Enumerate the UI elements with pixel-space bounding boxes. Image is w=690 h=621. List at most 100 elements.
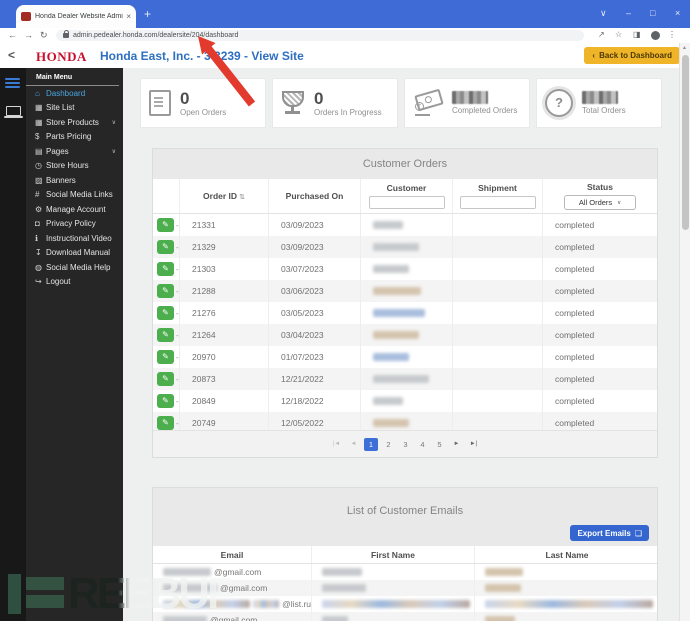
sidebar-item-manage-account[interactable]: ⚙ Manage Account [26,202,123,217]
sidebar-item-store-hours[interactable]: ◷ Store Hours [26,159,123,174]
clock-icon: ◷ [35,161,42,171]
table-row: ✎ -21303 03/07/2023 completed [153,258,657,280]
redacted-last-name [485,568,523,576]
page-last-button[interactable]: ►| [467,438,480,451]
browser-window: Honda Dealer Website Admin × + ∨ – □ × ←… [0,0,690,621]
shipment-cell [452,302,542,324]
table-row: ✎ -20849 12/18/2022 completed [153,390,657,412]
shipment-column-header: Shipment [452,179,542,213]
maximize-button[interactable]: □ [650,8,655,18]
home-icon: ⌂ [35,88,40,98]
edit-order-button[interactable]: ✎ [157,372,174,386]
edit-order-button[interactable]: ✎ [157,394,174,408]
email-domain: @list.ru [282,599,311,609]
sidebar-collapse-chevron[interactable]: < [8,48,15,62]
browser-tab[interactable]: Honda Dealer Website Admin × [16,5,136,28]
emails-table-body: @gmail.com @gmail.com @list.ru @gmail.com [153,564,657,621]
sidebar-item-privacy-policy[interactable]: ◘ Privacy Policy [26,217,123,232]
sidebar-strip [0,68,26,621]
export-emails-button[interactable]: Export Emails ❏ [570,525,649,541]
minimize-button[interactable]: – [626,8,631,18]
sidebar-item-instructional-video[interactable]: ℹ Instructional Video [26,231,123,246]
scrollbar[interactable]: ▲ [679,43,690,621]
edit-order-button[interactable]: ✎ [157,284,174,298]
hamburger-icon[interactable] [5,78,20,90]
redacted-customer-name [373,419,409,427]
sidebar-item-banners[interactable]: ▨ Banners [26,173,123,188]
customer-filter-input[interactable] [368,196,445,209]
pencil-icon: ✎ [162,330,169,339]
money-icon [413,88,444,116]
back-icon[interactable]: ← [8,30,17,40]
redacted-email-user [253,600,280,608]
sidebar-item-social-media-help[interactable]: ◍ Social Media Help [26,260,123,275]
sidebar-item-label: Parts Pricing [46,132,92,142]
new-tab-button[interactable]: + [144,7,151,21]
edit-order-button[interactable]: ✎ [157,262,174,276]
email-cell: @gmail.com [153,612,311,621]
edit-order-button[interactable]: ✎ [157,328,174,342]
page-button-1[interactable]: 1 [364,437,378,451]
bookmark-star-icon[interactable]: ☆ [615,30,622,39]
address-bar[interactable]: admin.pedealer.honda.com/dealersite/204/… [56,30,584,41]
order-id-cell: 21331 [179,214,268,236]
orders-card-title: Customer Orders [153,149,657,179]
page-button-2[interactable]: 2 [382,438,395,451]
order-row-actions: ✎ - [153,302,179,324]
edit-order-button[interactable]: ✎ [157,240,174,254]
back-to-dashboard-button[interactable]: ‹ Back to Dashboard [584,47,680,64]
order-id-column-header[interactable]: Order ID ⇅ [179,179,268,213]
customer-column-header: Customer [360,179,452,213]
main-content: 0Open Orders0Orders In ProgressCompleted… [123,68,679,621]
status-filter-select[interactable]: All Orders ∨ [564,195,636,210]
tab-close-icon[interactable]: × [126,12,131,21]
sidebar-item-store-products[interactable]: ▦ Store Products ∨ [26,115,123,130]
page-first-button[interactable]: |◄ [330,438,343,451]
page-prev-button[interactable]: ◄ [347,438,360,451]
purchased-on-cell: 12/18/2022 [268,390,360,412]
sidebar-item-parts-pricing[interactable]: $ Parts Pricing [26,130,123,145]
honda-logo: HONDA [36,49,87,64]
purchased-on-cell: 03/07/2023 [268,258,360,280]
status-cell: completed [542,236,657,258]
actions-column-header [153,179,179,213]
scroll-up-icon[interactable]: ▲ [682,45,687,51]
tab-search-icon[interactable]: ∨ [600,8,607,19]
edit-order-button[interactable]: ✎ [157,416,174,430]
page-button-4[interactable]: 4 [416,438,429,451]
edit-order-button[interactable]: ✎ [157,306,174,320]
page-button-3[interactable]: 3 [399,438,412,451]
forward-icon[interactable]: → [24,30,33,40]
sidebar-item-logout[interactable]: ↪ Logout [26,275,123,290]
sidebar-item-download-manual[interactable]: ↧ Download Manual [26,246,123,261]
redacted-stat-value [452,91,488,104]
side-panel-icon[interactable]: ◨ [633,30,641,39]
share-icon[interactable]: ↗ [598,30,605,39]
page-button-5[interactable]: 5 [433,438,446,451]
status-cell: completed [542,324,657,346]
redacted-first-name [322,616,348,621]
table-icon: ▦ [35,103,43,113]
close-button[interactable]: × [675,8,680,18]
scrollbar-thumb[interactable] [681,55,689,230]
emails-card-title: List of Customer Emails [346,505,464,517]
sidebar-item-pages[interactable]: ▤ Pages ∨ [26,144,123,159]
page-next-button[interactable]: ► [450,438,463,451]
laptop-icon[interactable] [4,106,23,118]
browser-toolbar: ← → ↻ admin.pedealer.honda.com/dealersit… [0,28,690,44]
shipment-filter-input[interactable] [459,196,536,209]
reload-icon[interactable]: ↻ [40,30,48,41]
sidebar-item-dashboard[interactable]: ⌂ Dashboard [26,86,123,101]
stat-label: Orders In Progress [314,107,382,117]
sidebar-item-label: Social Media Links [46,190,113,200]
customer-orders-card: Customer Orders Order ID ⇅ Purchased On C… [152,148,658,458]
sidebar-item-site-list[interactable]: ▦ Site List [26,101,123,116]
menu-dots-icon[interactable]: ⋮ [668,30,676,39]
email-row: @gmail.com [153,564,657,580]
edit-order-button[interactable]: ✎ [157,218,174,232]
customer-cell [360,324,452,346]
edit-order-button[interactable]: ✎ [157,350,174,364]
sidebar-item-label: Banners [46,175,76,185]
sidebar-item-social-media-links[interactable]: # Social Media Links [26,188,123,203]
profile-avatar[interactable] [651,31,660,40]
